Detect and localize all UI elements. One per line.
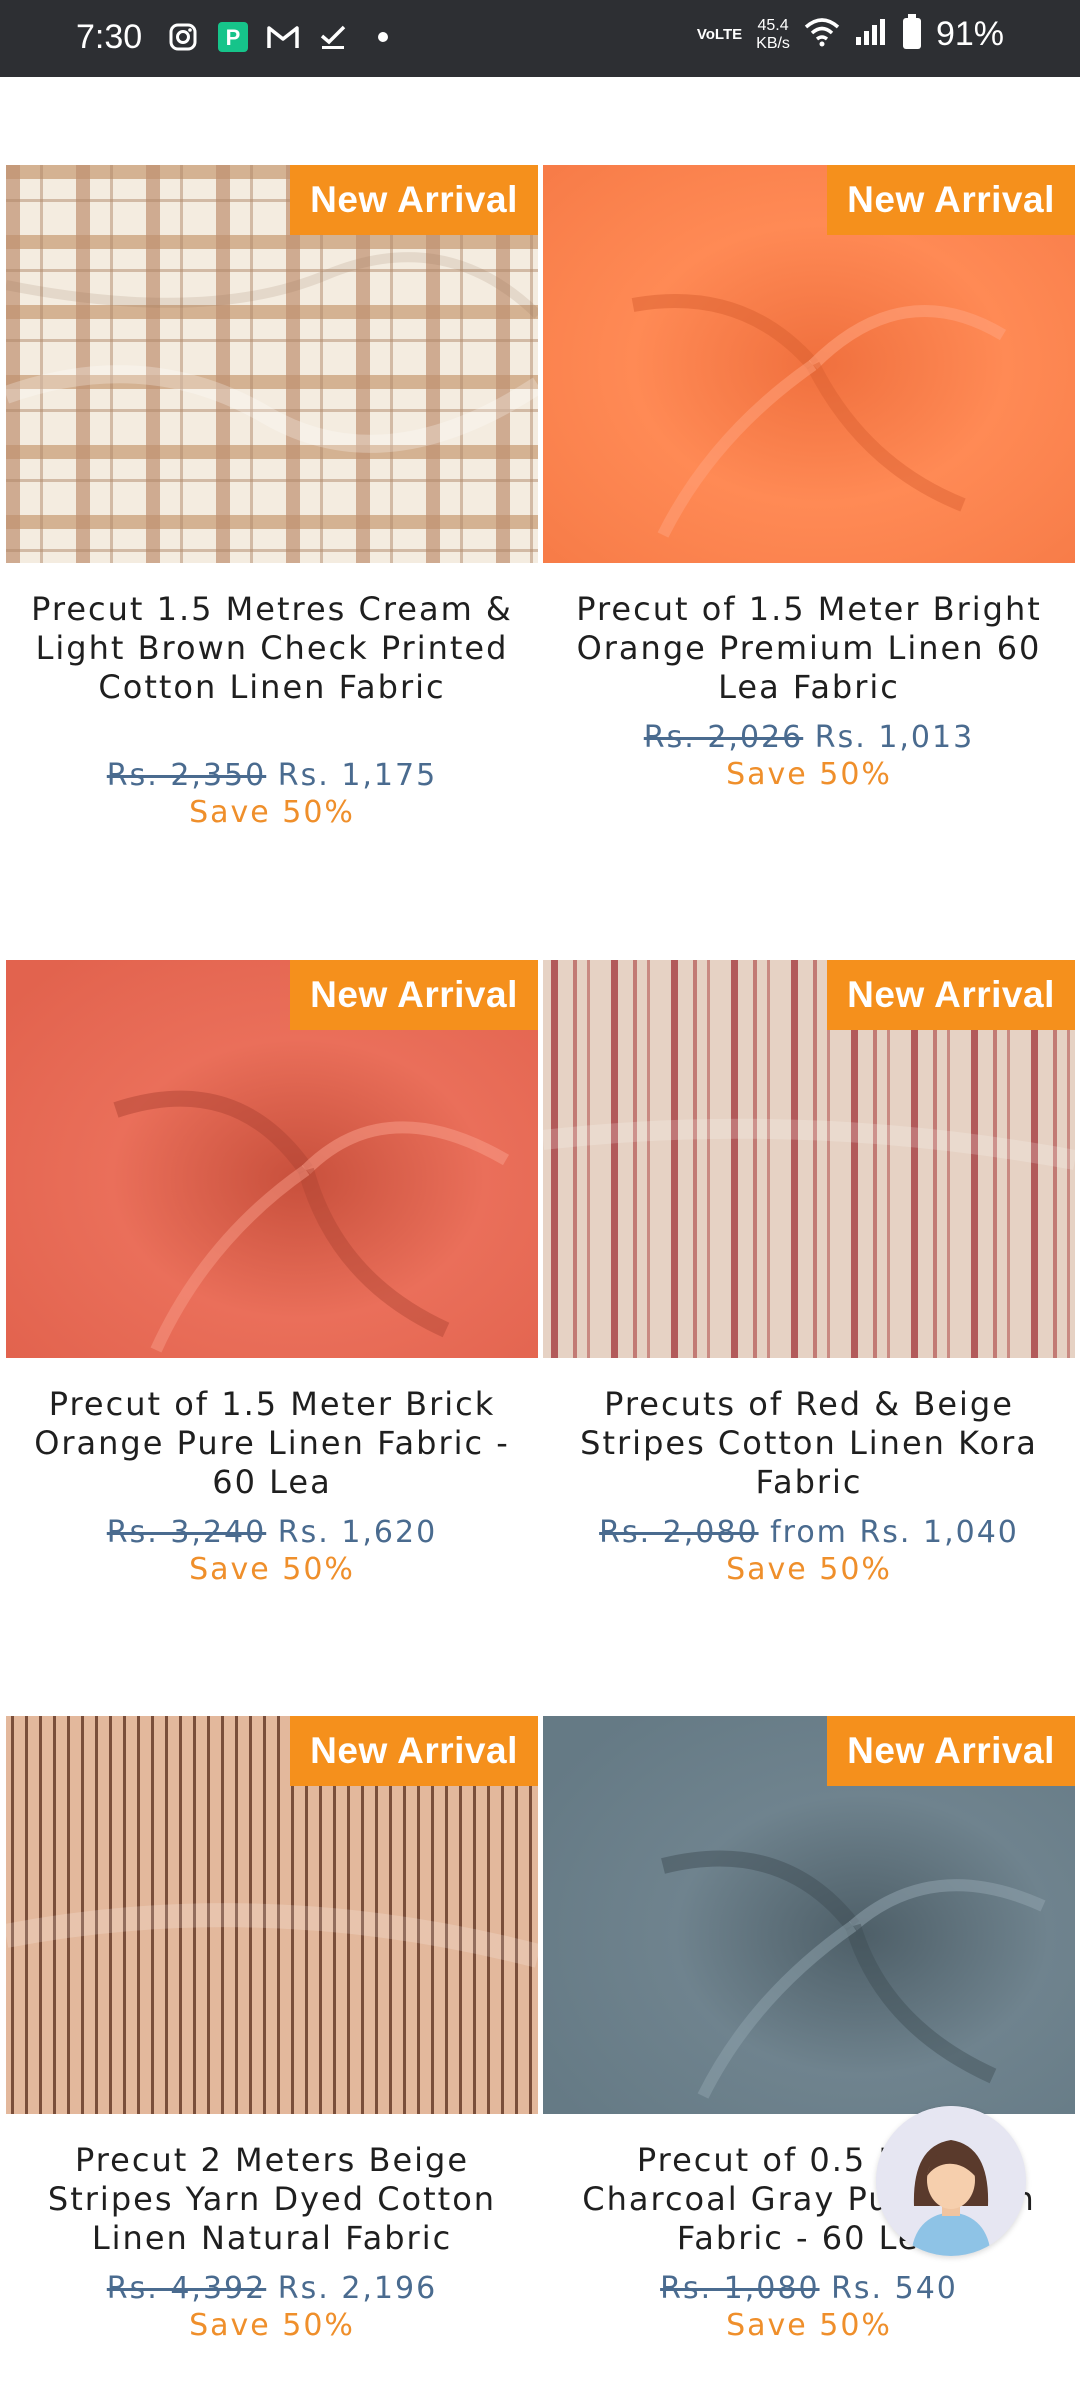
compare-at-price: Rs. 2,026 bbox=[643, 720, 804, 755]
save-label: Save 50% bbox=[189, 2308, 355, 2343]
new-arrival-badge: New Arrival bbox=[290, 960, 538, 1030]
product-price: Rs. 4,392 Rs. 2,196 bbox=[6, 2271, 538, 2306]
product-image-bright-orange[interactable]: New Arrival bbox=[543, 165, 1075, 563]
product-image-red-beige-stripes[interactable]: New Arrival bbox=[543, 960, 1075, 1358]
save-label: Save 50% bbox=[189, 795, 355, 830]
compare-at-price: Rs. 4,392 bbox=[106, 2271, 267, 2306]
product-grid: New Arrival Precut 1.5 Metres Cream & Li… bbox=[0, 0, 1080, 2408]
product-card[interactable]: New Arrival Precut of 1.5 Meter Bright O… bbox=[543, 165, 1075, 845]
new-arrival-badge: New Arrival bbox=[827, 960, 1075, 1030]
product-title[interactable]: Precut 2 Meters Beige Stripes Yarn Dyed … bbox=[16, 2141, 528, 2258]
save-label: Save 50% bbox=[189, 1552, 355, 1587]
product-image-brick-orange[interactable]: New Arrival bbox=[6, 960, 538, 1358]
product-title[interactable]: Precut 1.5 Metres Cream & Light Brown Ch… bbox=[16, 590, 528, 707]
sale-price: from Rs. 1,040 bbox=[770, 1515, 1019, 1550]
product-image-charcoal-gray[interactable]: New Arrival bbox=[543, 1716, 1075, 2114]
product-price: Rs. 2,350 Rs. 1,175 bbox=[6, 758, 538, 793]
product-title[interactable]: Precut of 1.5 Meter Bright Orange Premiu… bbox=[553, 590, 1065, 707]
product-image-cream-check[interactable]: New Arrival bbox=[6, 165, 538, 563]
product-card[interactable]: New Arrival Precuts of Red & Beige Strip… bbox=[543, 960, 1075, 1640]
save-label: Save 50% bbox=[726, 1552, 892, 1587]
product-image-beige-stripes[interactable]: New Arrival bbox=[6, 1716, 538, 2114]
new-arrival-badge: New Arrival bbox=[827, 1716, 1075, 1786]
new-arrival-badge: New Arrival bbox=[827, 165, 1075, 235]
product-card[interactable]: New Arrival Precut of 1.5 Meter Brick Or… bbox=[6, 960, 538, 1640]
sale-price: Rs. 1,620 bbox=[277, 1515, 438, 1550]
product-price: Rs. 2,026 Rs. 1,013 bbox=[543, 720, 1075, 755]
product-title[interactable]: Precut of 1.5 Meter Brick Orange Pure Li… bbox=[16, 1385, 528, 1502]
save-label: Save 50% bbox=[726, 2308, 892, 2343]
sale-price: Rs. 1,175 bbox=[277, 758, 438, 793]
sale-price: Rs. 1,013 bbox=[814, 720, 975, 755]
sale-price: Rs. 2,196 bbox=[277, 2271, 438, 2306]
compare-at-price: Rs. 2,080 bbox=[599, 1515, 759, 1550]
product-card[interactable]: New Arrival Precut of 0.5 Meter Charcoal… bbox=[543, 1716, 1075, 2396]
save-label: Save 50% bbox=[726, 757, 892, 792]
chat-widget-button[interactable] bbox=[876, 2106, 1026, 2256]
support-agent-avatar-icon bbox=[876, 2106, 1026, 2256]
compare-at-price: Rs. 1,080 bbox=[660, 2271, 820, 2306]
new-arrival-badge: New Arrival bbox=[290, 165, 538, 235]
compare-at-price: Rs. 3,240 bbox=[106, 1515, 267, 1550]
sale-price: Rs. 540 bbox=[831, 2271, 958, 2306]
product-card[interactable]: New Arrival Precut 2 Meters Beige Stripe… bbox=[6, 1716, 538, 2396]
product-price: Rs. 1,080 Rs. 540 bbox=[543, 2271, 1075, 2306]
product-title[interactable]: Precuts of Red & Beige Stripes Cotton Li… bbox=[553, 1385, 1065, 1502]
product-card[interactable]: New Arrival Precut 1.5 Metres Cream & Li… bbox=[6, 165, 538, 845]
product-price: Rs. 3,240 Rs. 1,620 bbox=[6, 1515, 538, 1550]
product-price: Rs. 2,080 from Rs. 1,040 bbox=[543, 1515, 1075, 1550]
new-arrival-badge: New Arrival bbox=[290, 1716, 538, 1786]
compare-at-price: Rs. 2,350 bbox=[106, 758, 267, 793]
